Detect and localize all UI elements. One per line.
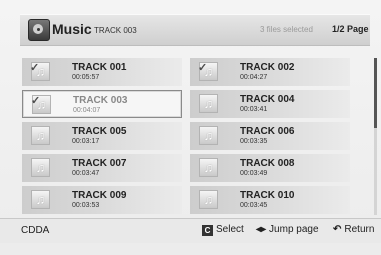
track-item-7[interactable]: ♫ TRACK 007 00:03:47: [22, 154, 182, 182]
select-label: Select: [216, 224, 244, 235]
track-item-9[interactable]: ♫ TRACK 009 00:03:53: [22, 186, 182, 214]
music-note-icon: ♫: [199, 126, 218, 145]
track-name: TRACK 001: [72, 62, 127, 73]
track-duration: 00:04:07: [73, 107, 101, 114]
track-duration: 00:03:35: [240, 138, 268, 145]
app-title: Music: [52, 21, 92, 37]
music-note-icon: ♫: [31, 190, 50, 209]
files-selected-count: 3 files selected: [260, 25, 313, 34]
track-item-1[interactable]: ♫ ✓ TRACK 001 00:05:57: [22, 58, 182, 86]
track-item-6[interactable]: ♫ TRACK 006 00:03:35: [190, 122, 350, 150]
track-item-5[interactable]: ♫ TRACK 005 00:03:17: [22, 122, 182, 150]
track-duration: 00:03:45: [240, 202, 268, 209]
music-note-icon: ♫: [199, 190, 218, 209]
return-arrow-icon: ↶: [333, 224, 342, 235]
jump-page-hint[interactable]: ◂▸ Jump page: [256, 224, 319, 235]
c-key-icon: C: [202, 225, 213, 236]
select-hint[interactable]: C Select: [202, 224, 244, 236]
track-duration: 00:03:41: [240, 106, 268, 113]
track-name: TRACK 008: [240, 158, 295, 169]
track-name: TRACK 004: [240, 94, 295, 105]
return-hint[interactable]: ↶ Return: [333, 224, 374, 235]
track-name: TRACK 005: [72, 126, 127, 137]
jump-page-label: Jump page: [269, 224, 319, 235]
music-browser-screen: Music TRACK 003 3 files selected 1/2 Pag…: [0, 0, 381, 255]
track-item-2[interactable]: ♫ ✓ TRACK 002 00:04:27: [190, 58, 350, 86]
track-name: TRACK 003: [73, 95, 128, 106]
track-duration: 00:03:53: [72, 202, 100, 209]
scrollbar-thumb[interactable]: [374, 58, 377, 128]
source-label: CDDA: [21, 225, 50, 236]
left-right-arrows-icon: ◂▸: [256, 224, 267, 235]
track-item-4[interactable]: ♫ TRACK 004 00:03:41: [190, 90, 350, 118]
footer-bar: CDDA C Select ◂▸ Jump page ↶ Return: [0, 218, 381, 243]
music-note-icon: ♫ ✓: [31, 95, 51, 114]
music-note-icon: ♫: [31, 158, 50, 177]
track-name: TRACK 006: [240, 126, 295, 137]
checkmark-icon: ✓: [31, 95, 41, 107]
track-duration: 00:04:27: [240, 74, 268, 81]
track-duration: 00:03:17: [72, 138, 100, 145]
checkmark-icon: ✓: [198, 62, 208, 74]
track-name: TRACK 010: [240, 190, 295, 201]
return-label: Return: [344, 224, 375, 235]
music-note-icon: ♫ ✓: [198, 62, 218, 81]
track-name: TRACK 002: [240, 62, 295, 73]
header-bar: Music TRACK 003 3 files selected 1/2 Pag…: [20, 14, 370, 46]
track-list: ♫ ✓ TRACK 001 00:05:57 ♫ ✓ TRACK 002 00:04…: [22, 58, 368, 215]
music-note-icon: ♫ ✓: [30, 62, 50, 81]
track-duration: 00:05:57: [72, 74, 100, 81]
track-item-3[interactable]: ♫ ✓ TRACK 003 00:04:07: [22, 90, 182, 118]
scrollbar[interactable]: [374, 58, 377, 215]
music-note-icon: ♫: [199, 158, 218, 177]
track-duration: 00:03:47: [72, 170, 100, 177]
track-item-8[interactable]: ♫ TRACK 008 00:03:49: [190, 154, 350, 182]
disc-icon: [28, 19, 50, 41]
track-name: TRACK 007: [72, 158, 127, 169]
current-track-label: TRACK 003: [94, 26, 137, 35]
track-name: TRACK 009: [72, 190, 127, 201]
track-duration: 00:03:49: [240, 170, 268, 177]
checkmark-icon: ✓: [30, 62, 40, 74]
music-note-icon: ♫: [31, 126, 50, 145]
music-note-icon: ♫: [199, 94, 218, 113]
track-item-10[interactable]: ♫ TRACK 010 00:03:45: [190, 186, 350, 214]
page-indicator: 1/2 Page: [332, 24, 369, 34]
